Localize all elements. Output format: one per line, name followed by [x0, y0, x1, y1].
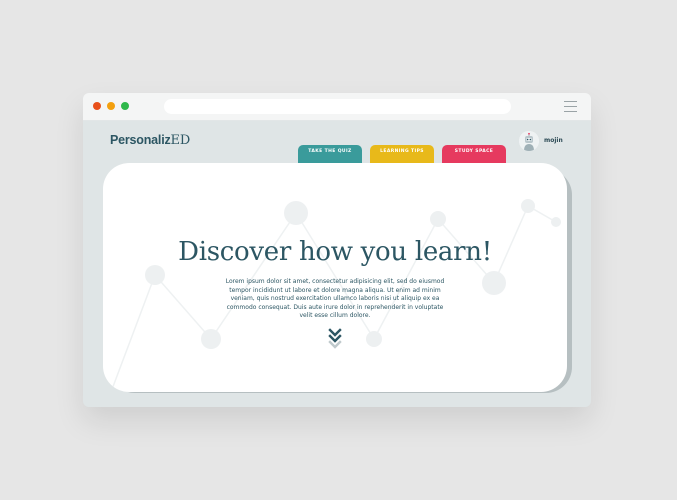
logo-suffix: ED	[170, 133, 191, 148]
hero-description: Lorem ipsum dolor sit amet, consectetur …	[225, 278, 445, 319]
tab-take-the-quiz[interactable]: TAKE THE QUIZ	[298, 145, 362, 165]
browser-titlebar	[83, 93, 591, 121]
minimize-window-button[interactable]	[107, 102, 115, 110]
maximize-window-button[interactable]	[121, 102, 129, 110]
tab-study-space[interactable]: STUDY SPACE	[442, 145, 506, 165]
browser-window: PersonalizED TAKE THE QUIZ LEARNING TIPS…	[83, 93, 591, 407]
close-window-button[interactable]	[93, 102, 101, 110]
brand-logo[interactable]: PersonalizED	[110, 133, 190, 149]
robot-avatar-icon[interactable]	[519, 131, 539, 151]
username[interactable]: mojin	[544, 137, 563, 144]
logo-text: Personaliz	[110, 133, 171, 147]
tab-learning-tips[interactable]: LEARNING TIPS	[370, 145, 434, 165]
hamburger-icon[interactable]	[564, 101, 577, 112]
address-bar[interactable]	[164, 99, 511, 114]
hero-title: Discover how you learn!	[178, 237, 492, 267]
hero-card: Discover how you learn! Lorem ipsum dolo…	[103, 163, 567, 392]
chevron-down-double-icon[interactable]	[328, 328, 342, 352]
